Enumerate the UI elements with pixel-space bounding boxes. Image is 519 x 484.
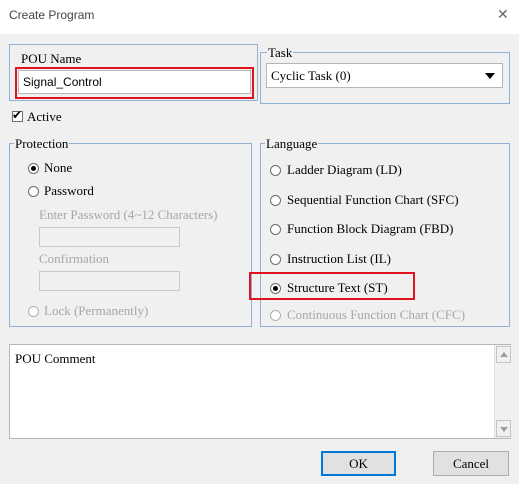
enter-password-label: Enter Password (4~12 Characters) [39, 207, 218, 222]
language-fbd-radio[interactable] [270, 224, 281, 235]
active-label: Active [27, 109, 62, 124]
password-field[interactable] [39, 227, 180, 247]
language-ld-label: Ladder Diagram (LD) [287, 162, 402, 177]
protection-lock-radio[interactable] [28, 306, 39, 317]
cancel-button[interactable]: Cancel [433, 451, 509, 476]
language-fbd-label: Function Block Diagram (FBD) [287, 221, 454, 236]
chevron-down-icon[interactable] [485, 73, 495, 79]
protection-legend: Protection [14, 136, 70, 151]
arrow-up-icon [500, 352, 508, 357]
language-il-label: Instruction List (IL) [287, 251, 391, 266]
pou-comment-label: POU Comment [15, 351, 96, 366]
protection-none-radio[interactable] [28, 163, 39, 174]
scroll-up-button[interactable] [496, 346, 511, 363]
language-sfc-label: Sequential Function Chart (SFC) [287, 192, 459, 207]
language-cfc-radio[interactable] [270, 310, 281, 321]
ok-button[interactable]: OK [321, 451, 396, 476]
arrow-down-icon [500, 427, 508, 432]
active-checkbox[interactable]: ✔ [12, 108, 23, 122]
confirmation-field[interactable] [39, 271, 180, 291]
protection-lock-label: Lock (Permanently) [44, 303, 149, 318]
close-icon[interactable]: ✕ [497, 7, 509, 23]
scroll-down-button[interactable] [496, 420, 511, 437]
highlight-pou-name [15, 67, 254, 99]
language-ld-radio[interactable] [270, 165, 281, 176]
protection-password-radio[interactable] [28, 186, 39, 197]
language-sfc-radio[interactable] [270, 195, 281, 206]
comment-scrollbar[interactable] [494, 345, 511, 438]
pou-comment-field[interactable]: POU Comment [9, 344, 511, 439]
checkmark-icon: ✔ [12, 108, 23, 122]
window-title: Create Program [9, 8, 95, 22]
pou-name-label: POU Name [21, 51, 82, 66]
task-selected-value: Cyclic Task (0) [271, 68, 351, 83]
language-il-radio[interactable] [270, 254, 281, 265]
protection-none-label: None [44, 160, 73, 175]
confirmation-label: Confirmation [39, 251, 110, 266]
task-legend: Task [267, 45, 294, 60]
task-select[interactable]: Cyclic Task (0) [266, 63, 503, 88]
language-cfc-label: Continuous Function Chart (CFC) [287, 307, 466, 322]
protection-password-label: Password [44, 183, 94, 198]
language-legend: Language [265, 136, 319, 151]
highlight-structure-text [249, 272, 415, 300]
